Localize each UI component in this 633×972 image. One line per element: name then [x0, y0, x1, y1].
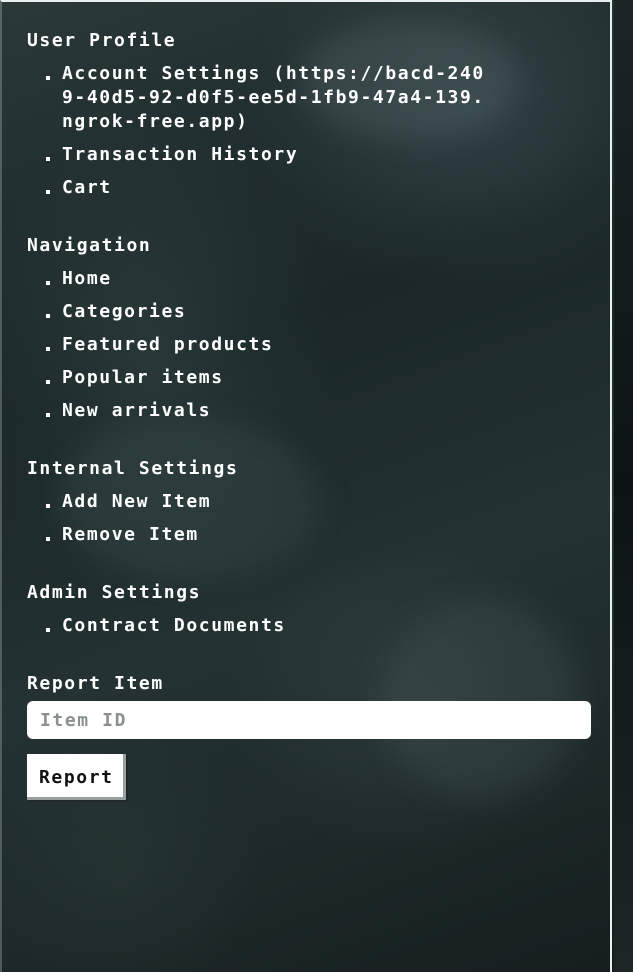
transaction-history-link[interactable]: Transaction History	[62, 144, 298, 165]
menu-item-transaction-history: Transaction History	[27, 143, 597, 167]
menu-item-remove-item: Remove Item	[27, 523, 597, 547]
admin-settings-menu: Contract Documents	[27, 614, 597, 638]
section-title-user-profile: User Profile	[27, 30, 177, 51]
home-link[interactable]: Home	[62, 268, 112, 289]
sidebar-content: User Profile Account Settings (https://b…	[27, 29, 597, 800]
popular-items-link[interactable]: Popular items	[62, 367, 224, 388]
report-button[interactable]: Report	[27, 754, 126, 800]
internal-settings-menu: Add New Item Remove Item	[27, 490, 597, 547]
menu-item-add-new-item: Add New Item	[27, 490, 597, 514]
menu-item-cart: Cart	[27, 176, 597, 200]
menu-item-featured-products: Featured products	[27, 333, 597, 357]
remove-item-link[interactable]: Remove Item	[62, 524, 199, 545]
section-title-report-item: Report Item	[27, 673, 164, 694]
item-id-input[interactable]	[27, 701, 591, 739]
section-title-internal-settings: Internal Settings	[27, 458, 239, 479]
menu-item-contract-documents: Contract Documents	[27, 614, 597, 638]
sidebar-panel: User Profile Account Settings (https://b…	[0, 0, 612, 972]
cart-link[interactable]: Cart	[62, 177, 112, 198]
menu-item-categories: Categories	[27, 300, 597, 324]
section-title-admin-settings: Admin Settings	[27, 582, 202, 603]
menu-item-account-settings: Account Settings (https://bacd-2409-40d5…	[27, 62, 597, 134]
menu-item-home: Home	[27, 267, 597, 291]
categories-link[interactable]: Categories	[62, 301, 186, 322]
add-new-item-link[interactable]: Add New Item	[62, 491, 211, 512]
contract-documents-link[interactable]: Contract Documents	[62, 615, 286, 636]
user-profile-menu: Account Settings (https://bacd-2409-40d5…	[27, 62, 597, 200]
section-title-navigation: Navigation	[27, 235, 152, 256]
navigation-menu: Home Categories Featured products Popula…	[27, 267, 597, 423]
background-edge	[614, 0, 633, 972]
menu-item-new-arrivals: New arrivals	[27, 399, 597, 423]
account-settings-link[interactable]: Account Settings (https://bacd-2409-40d5…	[62, 62, 492, 134]
new-arrivals-link[interactable]: New arrivals	[62, 400, 211, 421]
featured-products-link[interactable]: Featured products	[62, 334, 273, 355]
menu-item-popular-items: Popular items	[27, 366, 597, 390]
